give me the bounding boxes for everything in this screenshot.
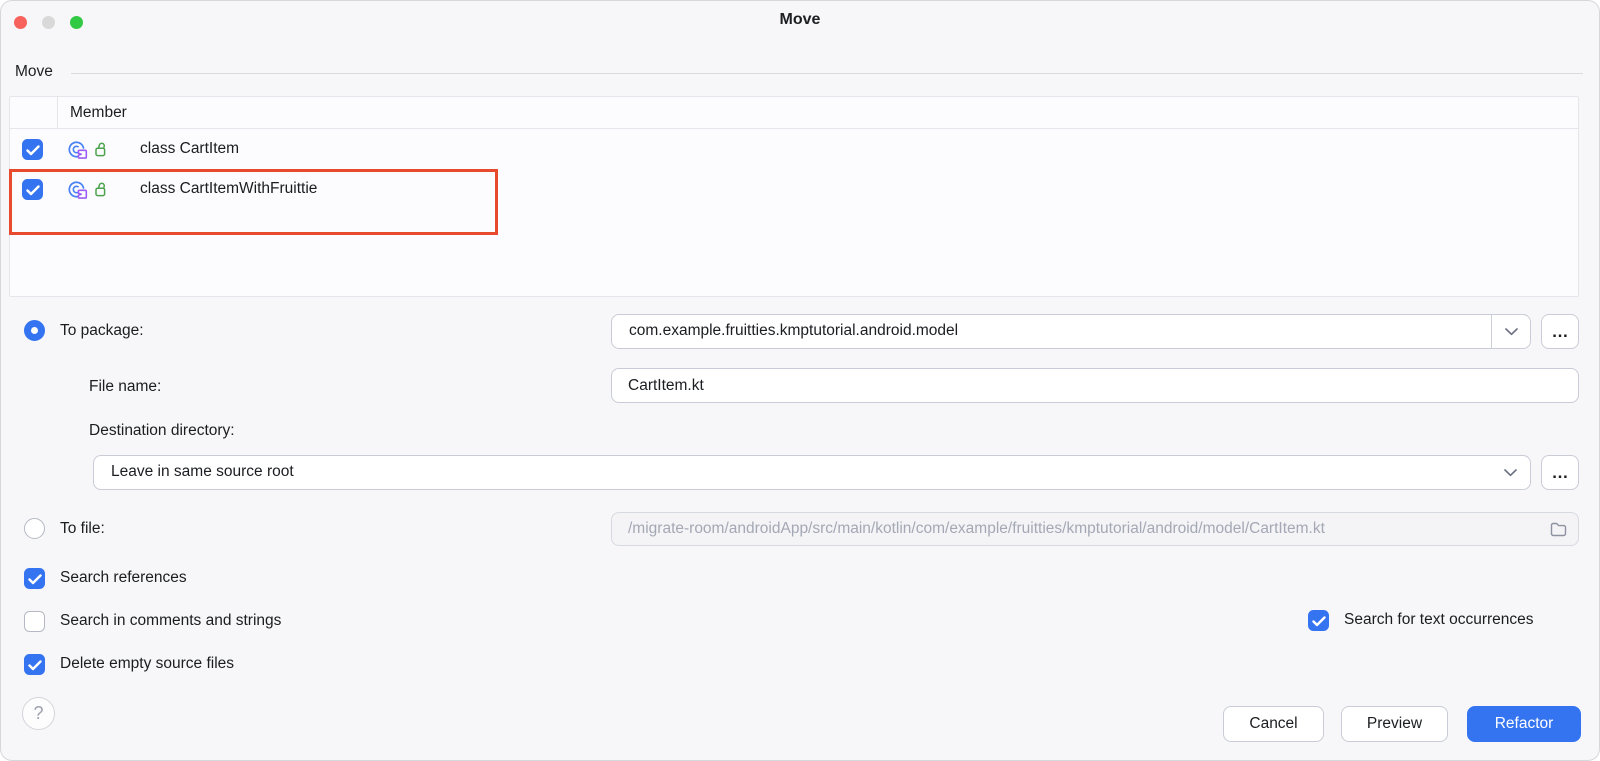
search-references-label: Search references [60, 569, 187, 587]
destination-directory-label: Destination directory: [89, 422, 235, 440]
help-button[interactable]: ? [22, 697, 55, 730]
search-text-occurrences-label: Search for text occurrences [1344, 611, 1534, 629]
member-row-label: class CartItemWithFruittie [140, 180, 317, 198]
to-package-radio[interactable] [24, 320, 45, 341]
kotlin-class-icon [67, 140, 89, 165]
members-table: Member [9, 96, 1579, 297]
search-references-checkbox[interactable] [24, 568, 45, 589]
to-file-input [612, 513, 1578, 545]
chevron-down-icon[interactable] [1491, 456, 1530, 489]
unlocked-icon [95, 142, 109, 162]
refactor-button[interactable]: Refactor [1467, 706, 1581, 742]
package-browse-button[interactable]: … [1541, 314, 1579, 349]
unlocked-icon [95, 182, 109, 202]
to-file-radio[interactable] [24, 518, 45, 539]
search-comments-checkbox[interactable] [24, 611, 45, 632]
group-title: Move [15, 63, 53, 81]
to-package-label: To package: [60, 322, 144, 340]
screenshot-stage: Move Move Member [0, 0, 1600, 761]
to-file-field-wrap [611, 512, 1579, 546]
package-combobox[interactable]: com.example.fruitties.kmptutorial.androi… [611, 314, 1531, 349]
member-checkbox[interactable] [22, 139, 43, 160]
kotlin-class-icon [67, 180, 89, 205]
members-table-header: Member [10, 97, 1578, 129]
move-dialog-window: Move Move Member [0, 0, 1600, 761]
preview-button[interactable]: Preview [1341, 706, 1448, 742]
destination-directory-combobox[interactable]: Leave in same source root [93, 455, 1531, 490]
table-row[interactable]: class CartItem [10, 130, 1578, 170]
to-file-label: To file: [60, 520, 105, 538]
delete-empty-checkbox[interactable] [24, 654, 45, 675]
member-checkbox[interactable] [22, 179, 43, 200]
package-combobox-value: com.example.fruitties.kmptutorial.androi… [629, 322, 1486, 340]
file-name-label: File name: [89, 378, 161, 396]
destination-browse-button[interactable]: … [1541, 455, 1579, 490]
delete-empty-label: Delete empty source files [60, 655, 234, 673]
window-title: Move [1, 11, 1599, 29]
member-column-header: Member [70, 97, 127, 129]
file-name-field-wrap [611, 368, 1579, 403]
chevron-down-icon[interactable] [1491, 315, 1530, 348]
cancel-button[interactable]: Cancel [1223, 706, 1324, 742]
column-divider [57, 97, 58, 128]
member-row-label: class CartItem [140, 140, 239, 158]
table-row[interactable]: class CartItemWithFruittie [10, 170, 1578, 210]
folder-icon [1550, 522, 1567, 542]
group-divider [71, 73, 1583, 74]
file-name-input[interactable] [612, 369, 1578, 402]
search-text-occurrences-checkbox[interactable] [1308, 610, 1329, 631]
destination-directory-value: Leave in same source root [111, 463, 1486, 481]
search-comments-label: Search in comments and strings [60, 612, 281, 630]
